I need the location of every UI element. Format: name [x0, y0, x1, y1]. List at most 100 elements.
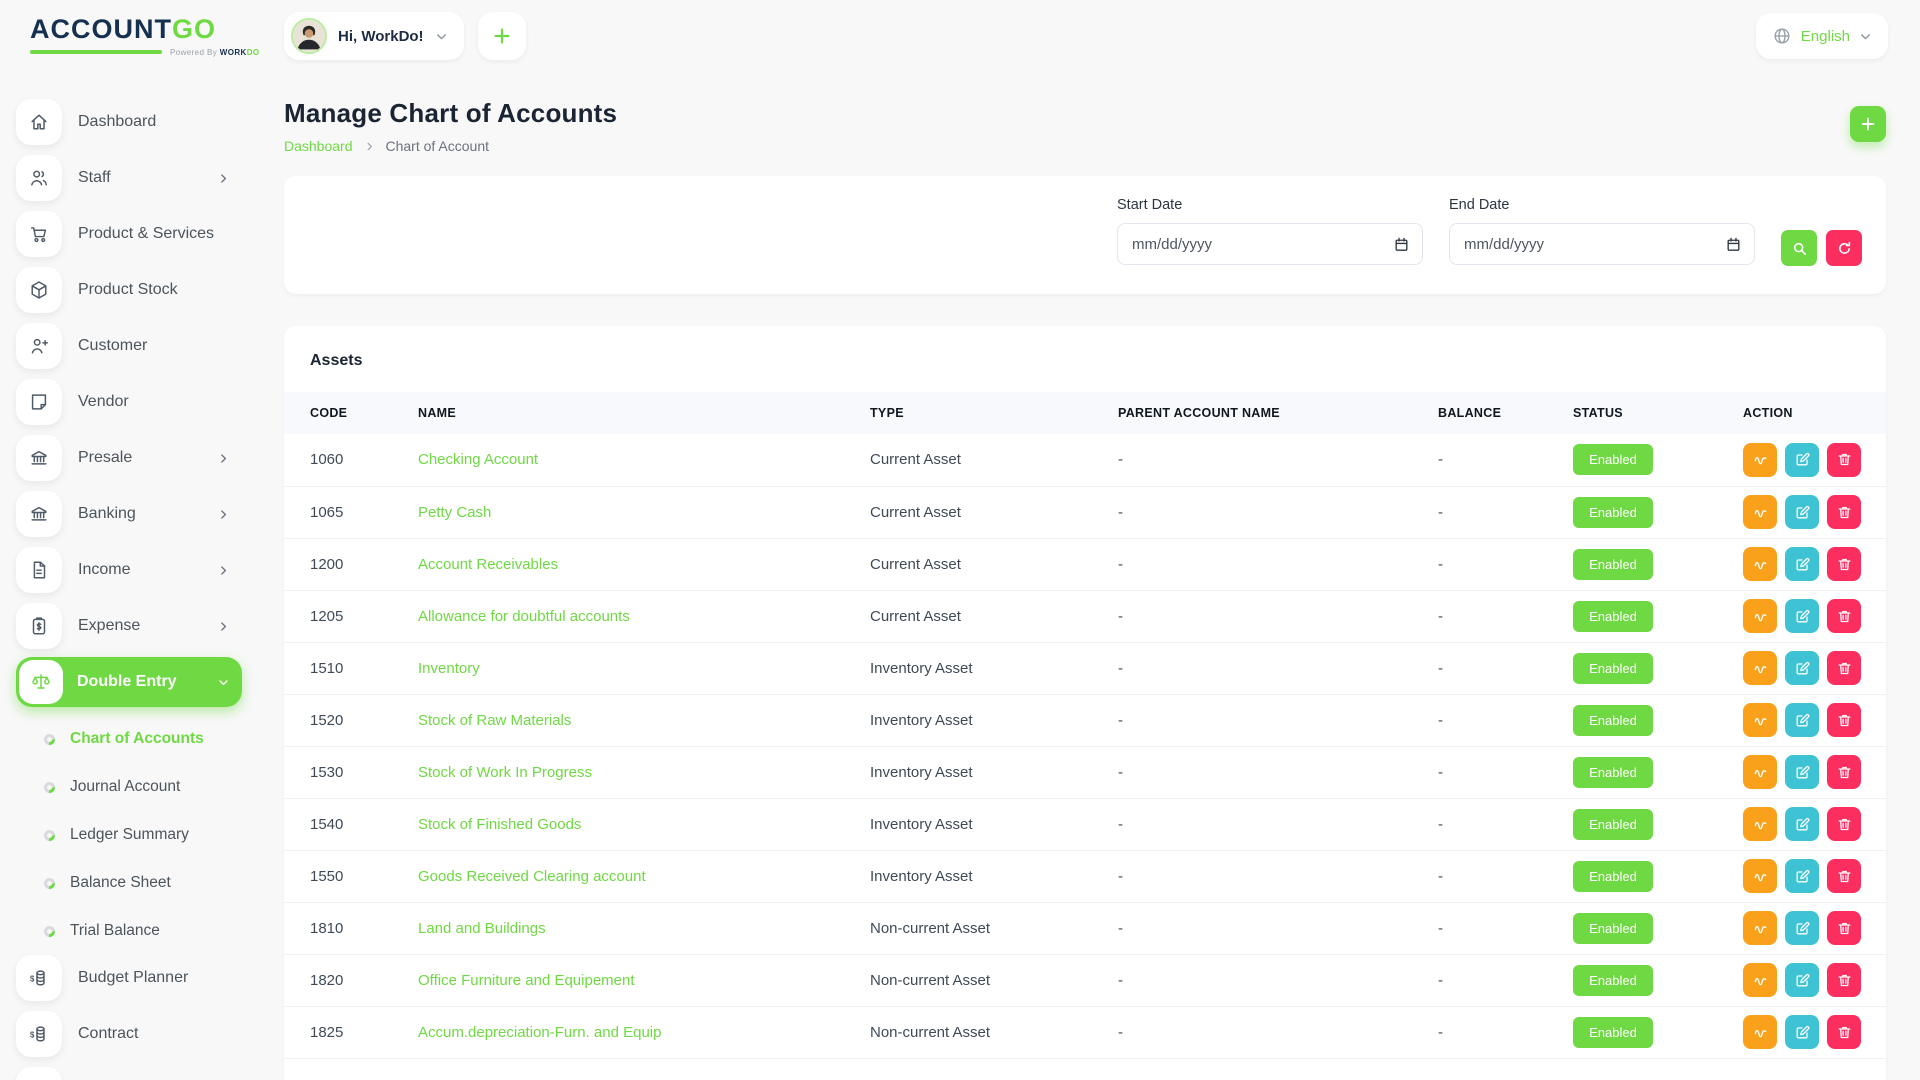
create-account-button[interactable] — [1850, 106, 1886, 142]
sidebar-item-expense[interactable]: Expense — [16, 603, 242, 649]
account-name-link[interactable]: Accum.depreciation-Furn. and Equip — [418, 1024, 661, 1041]
chevron-right-icon — [217, 452, 230, 465]
edit-button[interactable] — [1785, 963, 1819, 997]
account-name-link[interactable]: Allowance for doubtful accounts — [418, 608, 630, 625]
sidebar-item-label: Customer — [78, 337, 147, 355]
sidebar-subitem-journal-account[interactable]: Journal Account — [16, 763, 284, 811]
sidebar-item-double-entry[interactable]: Double Entry — [16, 657, 242, 707]
logo-underline — [30, 50, 162, 54]
cell-code: 1825 — [284, 1006, 418, 1058]
sidebar-item-customer[interactable]: Customer — [16, 323, 242, 369]
edit-icon — [1794, 504, 1811, 521]
cell-status: Enabled — [1573, 434, 1743, 486]
delete-button[interactable] — [1827, 1015, 1861, 1049]
activity-button[interactable] — [1743, 859, 1777, 893]
end-date-value[interactable] — [1450, 224, 1754, 264]
account-name-link[interactable]: Inventory — [418, 660, 480, 677]
start-date-input[interactable] — [1117, 223, 1423, 265]
profile-menu-button[interactable]: Hi, WorkDo! — [284, 12, 464, 60]
table-row: 1065Petty CashCurrent Asset--Enabled — [284, 486, 1886, 538]
sidebar-item-vendor[interactable]: Vendor — [16, 379, 242, 425]
activity-button[interactable] — [1743, 963, 1777, 997]
delete-button[interactable] — [1827, 651, 1861, 685]
edit-button[interactable] — [1785, 807, 1819, 841]
edit-button[interactable] — [1785, 703, 1819, 737]
sidebar-item-partial[interactable] — [16, 1067, 242, 1080]
account-name-link[interactable]: Office Furniture and Equipement — [418, 972, 635, 989]
breadcrumb-dashboard-link[interactable]: Dashboard — [284, 138, 353, 154]
plus-icon — [491, 25, 513, 47]
edit-button[interactable] — [1785, 859, 1819, 893]
account-name-link[interactable]: Stock of Work In Progress — [418, 764, 592, 781]
delete-button[interactable] — [1827, 547, 1861, 581]
activity-button[interactable] — [1743, 651, 1777, 685]
sidebar-item-budget-planner[interactable]: $Budget Planner — [16, 955, 242, 1001]
activity-button[interactable] — [1743, 495, 1777, 529]
edit-button[interactable] — [1785, 599, 1819, 633]
sidebar-subitem-chart-of-accounts[interactable]: Chart of Accounts — [16, 715, 284, 763]
delete-button[interactable] — [1827, 911, 1861, 945]
account-name-link[interactable]: Account Receivables — [418, 556, 558, 573]
delete-button[interactable] — [1827, 443, 1861, 477]
activity-button[interactable] — [1743, 547, 1777, 581]
accounts-table: CODE NAME TYPE PARENT ACCOUNT NAME BALAN… — [284, 392, 1886, 1059]
sidebar-item-product-services[interactable]: Product & Services — [16, 211, 242, 257]
activity-button[interactable] — [1743, 911, 1777, 945]
sidebar-item-product-stock[interactable]: Product Stock — [16, 267, 242, 313]
cell-balance: - — [1438, 590, 1573, 642]
cell-name: Allowance for doubtful accounts — [418, 590, 870, 642]
sidebar-item-label: Product Stock — [78, 281, 178, 299]
edit-button[interactable] — [1785, 755, 1819, 789]
calendar-icon[interactable] — [1393, 236, 1410, 253]
edit-button[interactable] — [1785, 1015, 1819, 1049]
reset-button[interactable] — [1826, 230, 1862, 266]
sidebar-item-income[interactable]: Income — [16, 547, 242, 593]
cart-icon — [16, 211, 62, 257]
account-name-link[interactable]: Land and Buildings — [418, 920, 546, 937]
cell-balance: - — [1438, 902, 1573, 954]
delete-button[interactable] — [1827, 963, 1861, 997]
sidebar-item-contract[interactable]: $Contract — [16, 1011, 242, 1057]
end-date-input[interactable] — [1449, 223, 1755, 265]
sidebar-subitem-trial-balance[interactable]: Trial Balance — [16, 907, 284, 955]
account-name-link[interactable]: Checking Account — [418, 451, 538, 468]
delete-button[interactable] — [1827, 755, 1861, 789]
activity-button[interactable] — [1743, 443, 1777, 477]
language-selector[interactable]: English — [1756, 13, 1888, 59]
cell-parent: - — [1118, 642, 1438, 694]
activity-button[interactable] — [1743, 755, 1777, 789]
delete-button[interactable] — [1827, 495, 1861, 529]
edit-button[interactable] — [1785, 495, 1819, 529]
account-name-link[interactable]: Goods Received Clearing account — [418, 868, 646, 885]
edit-button[interactable] — [1785, 547, 1819, 581]
cell-status: Enabled — [1573, 850, 1743, 902]
delete-button[interactable] — [1827, 807, 1861, 841]
start-date-value[interactable] — [1118, 224, 1422, 264]
sidebar-item-banking[interactable]: Banking — [16, 491, 242, 537]
sidebar-item-presale[interactable]: Presale — [16, 435, 242, 481]
activity-button[interactable] — [1743, 599, 1777, 633]
activity-button[interactable] — [1743, 1015, 1777, 1049]
edit-button[interactable] — [1785, 443, 1819, 477]
sidebar-subitem-ledger-summary[interactable]: Ledger Summary — [16, 811, 284, 859]
account-name-link[interactable]: Petty Cash — [418, 504, 491, 521]
sidebar-item-dashboard[interactable]: Dashboard — [16, 99, 242, 145]
search-button[interactable] — [1781, 230, 1817, 266]
account-name-link[interactable]: Stock of Raw Materials — [418, 712, 571, 729]
edit-button[interactable] — [1785, 651, 1819, 685]
account-name-link[interactable]: Stock of Finished Goods — [418, 816, 581, 833]
cell-actions — [1743, 850, 1886, 902]
activity-button[interactable] — [1743, 807, 1777, 841]
status-badge: Enabled — [1573, 549, 1653, 580]
delete-button[interactable] — [1827, 599, 1861, 633]
edit-button[interactable] — [1785, 911, 1819, 945]
sidebar-subitem-balance-sheet[interactable]: Balance Sheet — [16, 859, 284, 907]
brand-logo[interactable]: ACCOUNTGO Powered By WORKDO — [30, 16, 284, 57]
delete-button[interactable] — [1827, 859, 1861, 893]
calendar-icon[interactable] — [1725, 236, 1742, 253]
quick-add-button[interactable] — [478, 12, 526, 60]
delete-button[interactable] — [1827, 703, 1861, 737]
sidebar-item-staff[interactable]: Staff — [16, 155, 242, 201]
activity-button[interactable] — [1743, 703, 1777, 737]
cell-parent: - — [1118, 954, 1438, 1006]
